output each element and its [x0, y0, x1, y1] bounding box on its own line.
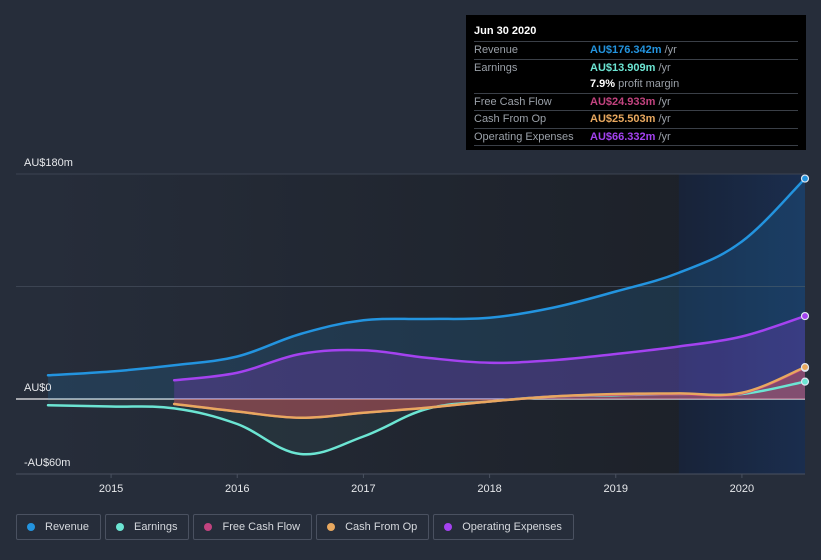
- tooltip-label: Operating Expenses: [474, 130, 574, 143]
- tooltip-value: AU$13.909m: [590, 61, 656, 74]
- x-tick-label: 2018: [477, 483, 501, 495]
- legend-label: Operating Expenses: [462, 521, 562, 533]
- tooltip-row-cfo: Cash From Op AU$25.503m /yr: [474, 111, 798, 129]
- tooltip-row-fcf: Free Cash Flow AU$24.933m /yr: [474, 94, 798, 111]
- tooltip-value: AU$24.933m: [590, 95, 656, 108]
- tooltip-row-profit-margin: 7.9% profit margin: [474, 76, 798, 94]
- profit-margin-label: profit margin: [618, 78, 680, 91]
- tooltip-unit: /yr: [658, 113, 671, 126]
- legend-label: Cash From Op: [345, 521, 418, 533]
- legend: Revenue Earnings Free Cash Flow Cash Fro…: [16, 514, 574, 540]
- tooltip-value: AU$25.503m: [590, 113, 656, 126]
- legend-dot-icon: [204, 523, 213, 531]
- y-tick-label: AU$180m: [24, 157, 73, 169]
- legend-label: Earnings: [134, 521, 178, 533]
- tooltip-date: Jun 30 2020: [474, 23, 798, 42]
- legend-label: Revenue: [45, 521, 90, 533]
- tooltip-unit: /yr: [658, 95, 671, 108]
- profit-margin-value: 7.9%: [590, 78, 616, 91]
- endpoint-earnings: [800, 377, 810, 386]
- tooltip-unit: /yr: [658, 130, 671, 143]
- tooltip-label: Free Cash Flow: [474, 95, 552, 108]
- legend-dot-icon: [27, 523, 35, 531]
- tooltip-label: Revenue: [474, 44, 519, 57]
- legend-item-operating-expenses[interactable]: Operating Expenses: [433, 514, 574, 540]
- tooltip-unit: /yr: [664, 44, 677, 57]
- legend-item-earnings[interactable]: Earnings: [105, 514, 190, 540]
- tooltip-unit: /yr: [658, 61, 671, 74]
- x-tick-label: 2016: [225, 483, 249, 495]
- tooltip-value: AU$66.332m: [590, 130, 656, 143]
- x-tick-label: 2020: [730, 483, 754, 495]
- y-tick-label: AU$0: [24, 382, 52, 394]
- endpoint-operating-expenses: [800, 311, 810, 321]
- tooltip-row-earnings: Earnings AU$13.909m /yr: [474, 60, 798, 77]
- x-tick-label: 2015: [99, 483, 123, 495]
- legend-dot-icon: [327, 523, 336, 531]
- legend-item-cash-from-op[interactable]: Cash From Op: [316, 514, 430, 540]
- tooltip-label: Earnings: [474, 61, 518, 74]
- tooltip-value: AU$176.342m: [590, 44, 662, 57]
- x-tick-label: 2017: [351, 483, 375, 495]
- legend-label: Free Cash Flow: [222, 521, 301, 533]
- tooltip-label: Cash From Op: [474, 113, 547, 126]
- endpoint-cash-from-op: [800, 363, 810, 372]
- tooltip-row-opex: Operating Expenses AU$66.332m /yr: [474, 129, 798, 146]
- endpoint-revenue: [800, 174, 810, 183]
- legend-dot-icon: [116, 523, 125, 531]
- tooltip: Jun 30 2020 Revenue AU$176.342m /yr Earn…: [466, 15, 806, 150]
- legend-item-revenue[interactable]: Revenue: [16, 514, 102, 540]
- y-tick-label: -AU$60m: [24, 457, 70, 469]
- legend-dot-icon: [444, 523, 453, 531]
- tooltip-row-revenue: Revenue AU$176.342m /yr: [474, 42, 798, 60]
- legend-item-free-cash-flow[interactable]: Free Cash Flow: [193, 514, 313, 540]
- x-tick-label: 2019: [604, 483, 628, 495]
